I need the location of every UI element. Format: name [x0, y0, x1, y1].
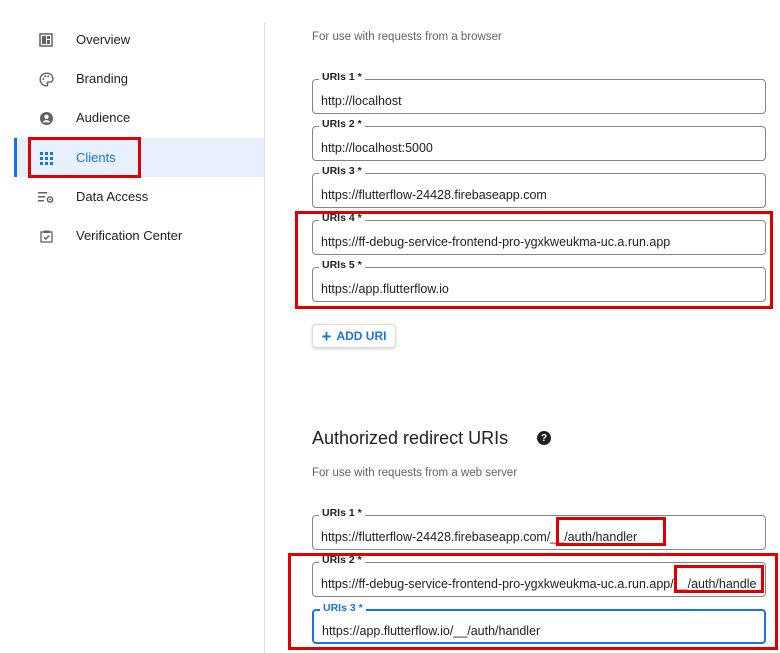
- origin-uri-field-5[interactable]: URIs 5 *: [312, 259, 766, 302]
- add-uri-label: ADD URI: [336, 329, 387, 343]
- sidebar-item-branding[interactable]: Branding: [16, 59, 264, 98]
- redirect-uri-input-1[interactable]: [313, 516, 765, 549]
- origin-uri-input-2[interactable]: [313, 127, 765, 160]
- origin-uri-field-4[interactable]: URIs 4 *: [312, 212, 766, 255]
- sidebar-item-label: Data Access: [76, 189, 149, 204]
- clients-highlight-box: [28, 137, 141, 178]
- plus-icon: +: [321, 326, 332, 346]
- sidebar-item-label: Branding: [76, 71, 129, 86]
- redirect-uri-input-2[interactable]: [313, 563, 765, 596]
- sidebar-item-label: Overview: [76, 32, 131, 47]
- sidebar-divider: [264, 22, 265, 653]
- origin-uri-input-3[interactable]: [313, 174, 765, 207]
- origin-uri-input-5[interactable]: [313, 268, 765, 301]
- redirect-uri-field-2[interactable]: URIs 2 *: [312, 554, 766, 597]
- oauth-client-page: Overview Branding Audience Clients Data …: [0, 0, 780, 653]
- redirects-description: For use with requests from a web server: [312, 467, 518, 479]
- redirect-uri-input-3[interactable]: [314, 611, 764, 642]
- sidebar-item-overview[interactable]: Overview: [16, 20, 264, 59]
- verified-check-icon: [38, 228, 54, 244]
- active-indicator: [14, 138, 17, 177]
- redirect-uri-field-3[interactable]: URIs 3 *: [312, 602, 766, 644]
- palette-icon: [38, 71, 54, 87]
- help-icon[interactable]: ?: [537, 431, 551, 445]
- origins-description: For use with requests from a browser: [312, 31, 502, 43]
- person-icon: [38, 110, 54, 126]
- sidebar-item-data-access[interactable]: Data Access: [16, 177, 264, 216]
- redirect-section-title: Authorized redirect URIs: [312, 428, 509, 448]
- sidebar-nav: Overview Branding Audience Clients Data …: [0, 0, 264, 653]
- origin-uri-field-1[interactable]: URIs 1 *: [312, 71, 766, 114]
- sidebar-item-audience[interactable]: Audience: [16, 98, 264, 137]
- origin-uri-field-2[interactable]: URIs 2 *: [312, 118, 766, 161]
- sidebar-item-verification-center[interactable]: Verification Center: [16, 216, 264, 255]
- sidebar-item-label: Verification Center: [76, 228, 183, 243]
- dashboard-icon: [38, 32, 54, 48]
- origin-uri-input-1[interactable]: [313, 80, 765, 113]
- add-uri-button[interactable]: + ADD URI: [312, 324, 396, 348]
- origin-uri-input-4[interactable]: [313, 221, 765, 254]
- redirect-uri-field-1[interactable]: URIs 1 *: [312, 507, 766, 550]
- data-access-icon: [38, 189, 54, 205]
- origin-uri-field-3[interactable]: URIs 3 *: [312, 165, 766, 208]
- sidebar-item-label: Audience: [76, 110, 131, 125]
